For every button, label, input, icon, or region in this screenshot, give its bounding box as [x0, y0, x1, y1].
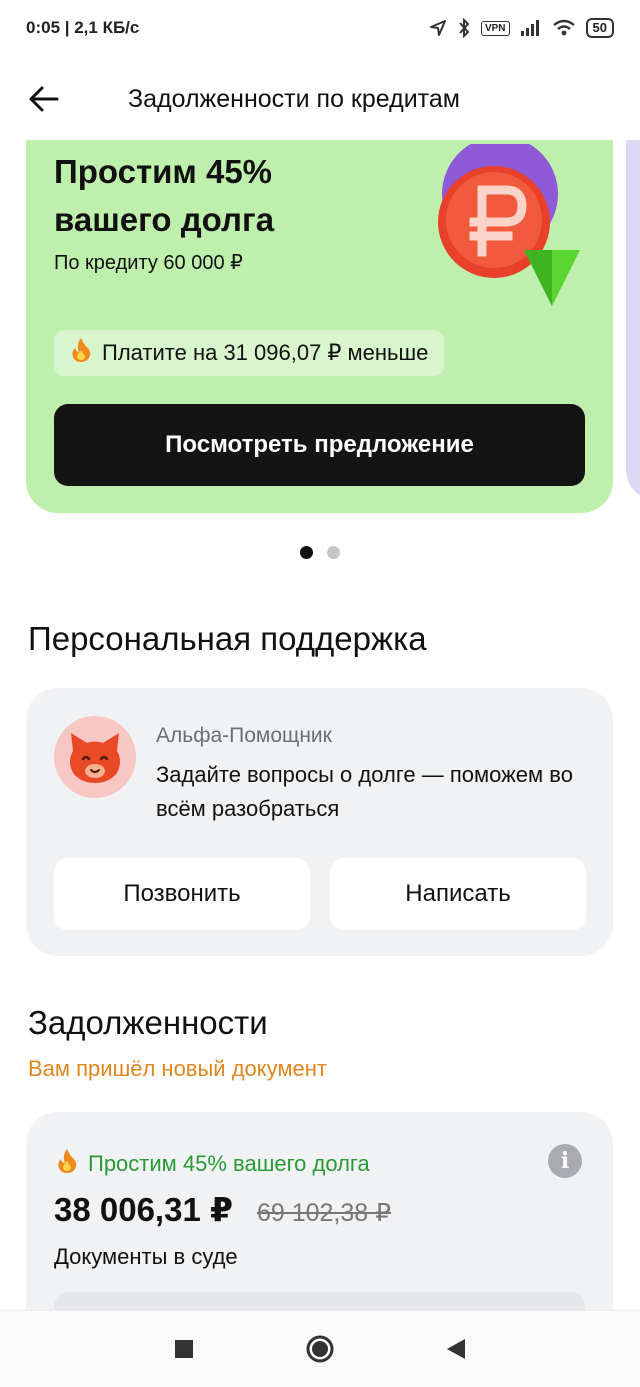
- back-nav-button[interactable]: [432, 1325, 480, 1373]
- debt-status: Документы в суде: [54, 1244, 238, 1269]
- home-button[interactable]: [296, 1325, 344, 1373]
- assistant-name: Альфа-Помощник: [156, 724, 332, 747]
- fire-icon: [70, 337, 92, 369]
- system-nav-bar: [0, 1310, 640, 1387]
- promo-subtitle: По кредиту 60 000 ₽: [54, 252, 243, 274]
- carousel-dot-2[interactable]: [327, 546, 340, 559]
- promo-title: Простим 45% вашего долга: [54, 153, 275, 238]
- bluetooth-icon: [457, 18, 471, 38]
- circle-icon: [306, 1335, 334, 1363]
- carousel-pagination: [300, 546, 340, 559]
- promo-card[interactable]: Простим 45% вашего долга По кредиту 60 0…: [26, 136, 613, 513]
- battery-icon: 50: [585, 18, 614, 38]
- fire-icon: [56, 1148, 78, 1180]
- forgive-offer-line: Простим 45% вашего долга: [56, 1148, 370, 1180]
- amount-row: 38 006,31 ₽ 69 102,38 ₽: [54, 1190, 391, 1229]
- view-offer-button[interactable]: Посмотреть предложение: [54, 404, 585, 486]
- call-button[interactable]: Позвонить: [54, 858, 310, 930]
- write-button[interactable]: Написать: [330, 858, 586, 930]
- assistant-message: Задайте вопросы о долге — поможем во всё…: [156, 762, 573, 821]
- support-card: Альфа-Помощник Задайте вопросы о долге —…: [26, 688, 613, 956]
- status-time: 0:05 | 2,1 КБ/с: [26, 18, 140, 37]
- amount-new: 38 006,31 ₽: [54, 1191, 233, 1228]
- status-bar: 0:05 | 2,1 КБ/с VPN 50: [0, 0, 640, 56]
- wifi-icon: [552, 19, 576, 37]
- arrow-left-icon: [29, 86, 59, 112]
- app-header: Задолженности по кредитам: [0, 66, 640, 132]
- page-title: Задолженности по кредитам: [128, 84, 460, 113]
- vpn-icon: VPN: [480, 20, 510, 36]
- amount-old: 69 102,38 ₽: [256, 1199, 392, 1227]
- square-icon: [175, 1340, 193, 1358]
- status-icons: VPN 50: [429, 18, 614, 38]
- debts-section-title: Задолженности: [28, 1004, 268, 1041]
- avatar: [54, 716, 136, 798]
- new-document-notice[interactable]: Вам пришёл новый документ: [28, 1056, 327, 1082]
- info-icon[interactable]: i: [548, 1144, 582, 1178]
- forgive-text: Простим 45% вашего долга: [88, 1151, 370, 1176]
- next-promo-card[interactable]: [626, 140, 640, 500]
- savings-text: Платите на 31 096,07 ₽ меньше: [102, 340, 429, 365]
- back-button[interactable]: [0, 66, 92, 132]
- ruble-coin-icon: [434, 136, 584, 309]
- recents-button[interactable]: [160, 1325, 208, 1373]
- triangle-left-icon: [447, 1339, 465, 1359]
- savings-badge: Платите на 31 096,07 ₽ меньше: [54, 330, 445, 376]
- debt-card[interactable]: Простим 45% вашего долга i 38 006,31 ₽ 6…: [26, 1112, 613, 1342]
- carousel-dot-1[interactable]: [300, 546, 313, 559]
- support-section-title: Персональная поддержка: [28, 620, 427, 657]
- signal-icon: [520, 19, 542, 37]
- cat-icon: [70, 733, 120, 783]
- location-icon: [429, 19, 447, 37]
